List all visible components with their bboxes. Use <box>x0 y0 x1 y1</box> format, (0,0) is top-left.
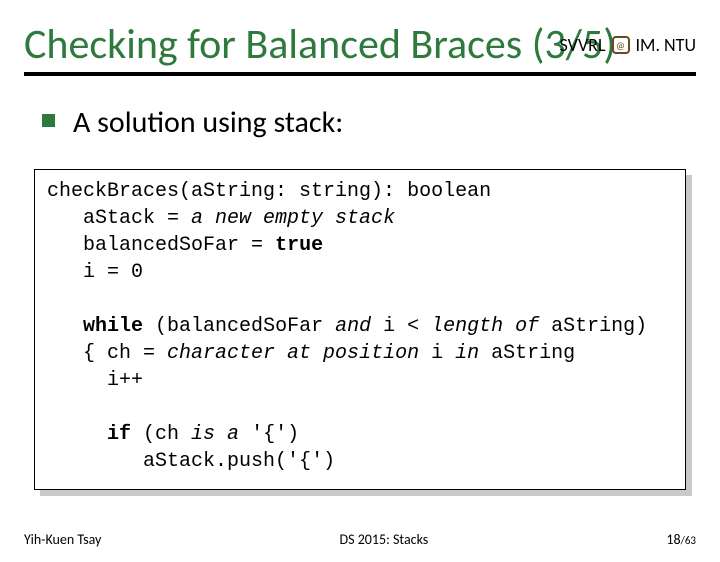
code-token: Far <box>287 315 335 338</box>
code-token: Stack <box>155 450 215 473</box>
brand-right: IM. NTU <box>636 34 696 56</box>
code-token: if <box>107 423 131 446</box>
code-token: Stack = <box>95 207 191 230</box>
code-token: So <box>263 315 287 338</box>
code-content: checkBraces(aString: string): boolean aS… <box>34 169 686 490</box>
code-token: in <box>455 342 491 365</box>
code-token: and <box>335 315 371 338</box>
code-token: check <box>47 180 107 203</box>
code-token <box>47 315 83 338</box>
code-token: i <box>419 342 455 365</box>
header-brand: SVVRL @ IM. NTU <box>560 34 696 56</box>
code-token: String <box>503 342 575 365</box>
code-token: String) <box>563 315 647 338</box>
code-token: Far = <box>203 234 275 257</box>
code-token: i++ <box>47 369 143 392</box>
code-token: a <box>551 315 563 338</box>
code-token: '{') <box>239 423 299 446</box>
bullet-text: A solution using stack: <box>73 104 343 141</box>
code-token: balanced <box>47 234 179 257</box>
code-token: while <box>83 315 143 338</box>
code-token: a <box>47 450 155 473</box>
slide: SVVRL @ IM. NTU Checking for Balanced Br… <box>0 22 720 562</box>
code-token: .push('{') <box>215 450 335 473</box>
code-token: is a <box>191 423 239 446</box>
code-box: checkBraces(aString: string): boolean aS… <box>34 169 686 490</box>
at-logo-icon: @ <box>612 36 630 54</box>
code-token <box>47 423 107 446</box>
bullet-item: A solution using stack: <box>42 104 696 141</box>
title-divider <box>24 72 696 76</box>
code-token: length of <box>431 315 551 338</box>
brand-left: SVVRL <box>560 34 606 56</box>
code-token: { ch = <box>47 342 167 365</box>
code-token: (balanced <box>143 315 263 338</box>
bullet-square-icon <box>42 114 55 127</box>
code-token: So <box>179 234 203 257</box>
code-token: character at position <box>167 342 419 365</box>
code-token: true <box>275 234 323 257</box>
code-token: (ch <box>131 423 191 446</box>
code-token: i < <box>371 315 431 338</box>
code-token: String: string): boolean <box>203 180 491 203</box>
code-token: Braces(a <box>107 180 203 203</box>
page-total: 63 <box>685 534 696 547</box>
code-token: a <box>491 342 503 365</box>
code-token: a new empty stack <box>191 207 395 230</box>
code-token: i = 0 <box>47 261 143 284</box>
code-token: a <box>47 207 95 230</box>
